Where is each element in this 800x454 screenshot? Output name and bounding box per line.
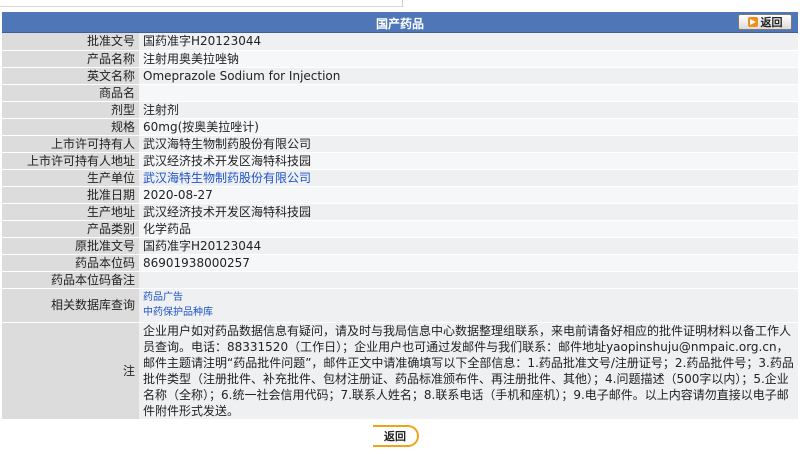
note-text: 企业用户如对药品数据信息有疑问，请及时与我局信息中心数据整理组联系，来电前请备好… — [139, 322, 798, 420]
field-label: 上市许可持有人 — [2, 135, 139, 153]
back-button-label: 返回 — [760, 16, 783, 29]
top-divider — [0, 0, 402, 7]
table-row: 生产地址 武汉经济技术开发区海特科技园 — [2, 203, 798, 221]
field-value: 注射剂 — [139, 101, 798, 119]
table-row: 剂型 注射剂 — [2, 101, 798, 119]
table-row: 规格 60mg(按奥美拉唑计) — [2, 118, 798, 136]
link-drug-ads[interactable]: 药品广告 — [143, 290, 794, 305]
field-value — [139, 84, 798, 102]
title-bar: 国产药品 返回 — [2, 12, 798, 33]
table-row: 药品本位码 86901938000257 — [2, 254, 798, 272]
table-row: 产品类别 化学药品 — [2, 220, 798, 238]
field-value: 国药准字H20123044 — [139, 237, 798, 255]
field-value: 武汉海特生物制药股份有限公司 — [139, 135, 798, 153]
table-row-related: 相关数据库查询 药品广告 中药保护品种库 — [2, 288, 798, 323]
field-label: 产品类别 — [2, 220, 139, 238]
arrow-right-icon — [747, 17, 758, 27]
back-button-bottom[interactable]: 返回 — [373, 425, 419, 447]
field-value: 化学药品 — [139, 220, 798, 238]
back-button-bottom-label: 返回 — [384, 430, 406, 443]
field-label: 生产地址 — [2, 203, 139, 221]
field-value: 86901938000257 — [139, 254, 798, 272]
field-label: 商品名 — [2, 84, 139, 102]
back-button-top[interactable]: 返回 — [738, 14, 792, 30]
footer: 返回 — [0, 424, 800, 454]
field-value: 60mg(按奥美拉唑计) — [139, 118, 798, 136]
field-label: 生产单位 — [2, 169, 139, 187]
field-label: 剂型 — [2, 101, 139, 119]
field-value-link[interactable]: 武汉海特生物制药股份有限公司 — [143, 171, 311, 185]
field-value: 武汉经济技术开发区海特科技园 — [139, 203, 798, 221]
field-label: 批准日期 — [2, 186, 139, 204]
field-value: 武汉经济技术开发区海特科技园 — [139, 152, 798, 170]
top-strip — [0, 0, 800, 12]
table-row: 批准文号 国药准字H20123044 — [2, 33, 798, 51]
table-row: 批准日期 2020-08-27 — [2, 186, 798, 204]
top-divider-tick — [402, 0, 403, 7]
related-links: 药品广告 中药保护品种库 — [139, 288, 798, 323]
field-value: 注射用奥美拉唑钠 — [139, 50, 798, 68]
field-label: 上市许可持有人地址 — [2, 152, 139, 170]
field-label: 规格 — [2, 118, 139, 136]
field-label: 药品本位码 — [2, 254, 139, 272]
field-value — [139, 271, 798, 289]
drug-info-table: 批准文号 国药准字H20123044 产品名称 注射用奥美拉唑钠 英文名称 Omepraz… — [2, 33, 798, 420]
field-label: 原批准文号 — [2, 237, 139, 255]
table-row: 药品本位码备注 — [2, 271, 798, 289]
drug-detail-panel: 国产药品 返回 批准文号 国药准字H20123044 产品名称 注射用奥美拉唑钠 英文名… — [2, 12, 798, 420]
field-value: 国药准字H20123044 — [139, 33, 798, 51]
field-value: Omeprazole Sodium for Injection — [139, 67, 798, 85]
table-row: 原批准文号 国药准字H20123044 — [2, 237, 798, 255]
field-label: 药品本位码备注 — [2, 271, 139, 289]
field-label: 英文名称 — [2, 67, 139, 85]
link-tcm-protected[interactable]: 中药保护品种库 — [143, 305, 794, 320]
table-row: 上市许可持有人 武汉海特生物制药股份有限公司 — [2, 135, 798, 153]
field-value: 2020-08-27 — [139, 186, 798, 204]
note-label: 注 — [2, 322, 139, 420]
table-row-note: 注 企业用户如对药品数据信息有疑问，请及时与我局信息中心数据整理组联系，来电前请… — [2, 322, 798, 420]
field-label: 产品名称 — [2, 50, 139, 68]
table-row: 生产单位 武汉海特生物制药股份有限公司 — [2, 169, 798, 187]
field-value[interactable]: 武汉海特生物制药股份有限公司 — [139, 169, 798, 187]
field-label: 批准文号 — [2, 33, 139, 51]
page-title: 国产药品 — [375, 17, 424, 31]
table-row: 英文名称 Omeprazole Sodium for Injection — [2, 67, 798, 85]
table-row: 产品名称 注射用奥美拉唑钠 — [2, 50, 798, 68]
table-row: 商品名 — [2, 84, 798, 102]
related-label: 相关数据库查询 — [2, 288, 139, 323]
table-row: 上市许可持有人地址 武汉经济技术开发区海特科技园 — [2, 152, 798, 170]
